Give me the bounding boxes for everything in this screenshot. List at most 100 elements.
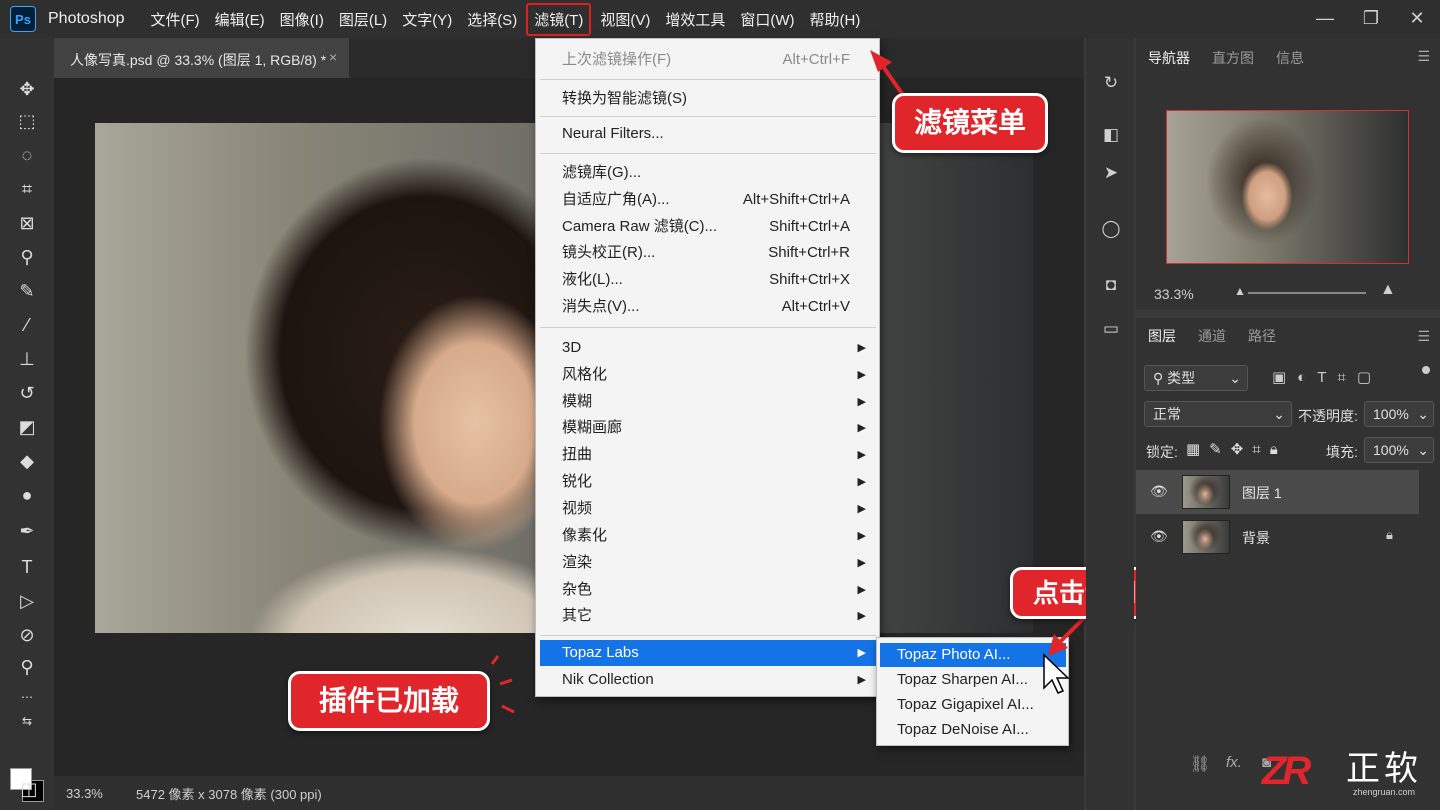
document-tab[interactable]: 人像写真.psd @ 33.3% (图层 1, RGB/8) * ×	[54, 38, 349, 78]
navigator-thumbnail[interactable]	[1166, 110, 1409, 264]
menu-select[interactable]: 选择(S)	[461, 5, 523, 34]
menu-item-nik-collection[interactable]: Nik Collection ▶	[540, 667, 876, 693]
menu-help[interactable]: 帮助(H)	[804, 5, 867, 34]
menu-item-smart-filter[interactable]: 转换为智能滤镜(S)	[540, 86, 876, 112]
submenu-label: 像素化	[562, 527, 608, 544]
lasso-tool-icon[interactable]: ◌	[14, 142, 40, 168]
menu-item-distort[interactable]: 扭曲 ▶	[540, 442, 876, 468]
opacity-field[interactable]: 100% ⌄	[1364, 401, 1434, 427]
zoom-tool-icon[interactable]: ⚲	[14, 654, 40, 680]
quick-mask-icon[interactable]: ◫	[16, 776, 42, 802]
tab-paths[interactable]: 路径	[1248, 326, 1276, 346]
zoom-in-icon[interactable]: ▲	[1380, 281, 1396, 299]
menu-item-camera-raw[interactable]: Camera Raw 滤镜(C)... Shift+Ctrl+A	[540, 214, 876, 240]
paragraph-icon[interactable]: ▭	[1100, 318, 1122, 340]
history-brush-icon[interactable]: ↺	[14, 380, 40, 406]
menu-item-lens-correction[interactable]: 镜头校正(R)... Shift+Ctrl+R	[540, 240, 876, 266]
menu-item-sharpen[interactable]: 锐化 ▶	[540, 469, 876, 495]
zoom-out-icon[interactable]: ▲	[1234, 284, 1246, 298]
properties-icon[interactable]: ◧	[1100, 124, 1122, 146]
brush-settings-icon[interactable]: ➤	[1100, 162, 1122, 184]
gradient-tool-icon[interactable]: ◆	[14, 448, 40, 474]
menu-item-pixelate[interactable]: 像素化 ▶	[540, 523, 876, 549]
eyedropper-tool-icon[interactable]: ⚲	[14, 244, 40, 270]
zoom-slider[interactable]	[1248, 292, 1366, 294]
menu-item-video[interactable]: 视频 ▶	[540, 496, 876, 522]
layer-row-background[interactable]: 👁︎ 背景 🔒︎	[1136, 515, 1419, 559]
eye-icon[interactable]: 👁︎	[1150, 483, 1168, 500]
menu-item-topaz-sharpen-ai[interactable]: Topaz Sharpen AI...	[880, 668, 1066, 692]
panel-menu-icon[interactable]: ☰	[1417, 328, 1430, 345]
lock-icons[interactable]: ▦✎✥⌗🔒︎	[1186, 440, 1287, 458]
menu-item-other[interactable]: 其它 ▶	[540, 603, 876, 629]
menu-item-3d[interactable]: 3D ▶	[540, 335, 876, 361]
menu-filter[interactable]: 滤镜(T)	[526, 2, 592, 36]
tab-histogram[interactable]: 直方图	[1212, 48, 1254, 68]
layer-effects-icon[interactable]: fx.	[1226, 754, 1242, 771]
healing-brush-icon[interactable]: ✎	[14, 278, 40, 304]
hand-tool-icon[interactable]: ⊘	[14, 622, 40, 648]
chevron-down-icon: ⌄	[1273, 406, 1285, 422]
clone-stamp-icon[interactable]: ⊥	[14, 346, 40, 372]
photoshop-logo-icon[interactable]: Ps	[10, 6, 36, 32]
layer-row-layer1[interactable]: 👁︎ 图层 1	[1136, 470, 1419, 514]
move-tool-icon[interactable]: ✥	[14, 76, 40, 102]
menu-window[interactable]: 窗口(W)	[734, 5, 800, 34]
menu-item-stylize[interactable]: 风格化 ▶	[540, 362, 876, 388]
tab-layers[interactable]: 图层	[1148, 326, 1176, 346]
menu-item-render[interactable]: 渲染 ▶	[540, 550, 876, 576]
filter-toggle-icon[interactable]	[1422, 366, 1430, 374]
menu-item-neural-filters[interactable]: Neural Filters...	[540, 121, 876, 147]
menu-item-topaz-photo-ai[interactable]: Topaz Photo AI...	[880, 643, 1066, 667]
crop-tool-icon[interactable]: ⌗	[14, 176, 40, 202]
tab-info[interactable]: 信息	[1276, 48, 1304, 68]
eraser-tool-icon[interactable]: ◩	[14, 414, 40, 440]
more-tools-icon[interactable]: ⋯	[14, 684, 40, 710]
history-icon[interactable]: ↻	[1100, 72, 1122, 94]
glyphs-icon[interactable]: ◯	[1100, 218, 1122, 240]
layer-filter-select[interactable]: ⚲ 类型 ⌄	[1144, 365, 1248, 391]
brush-tool-icon[interactable]: ⁄	[14, 312, 40, 338]
menu-item-last-filter[interactable]: 上次滤镜操作(F) Alt+Ctrl+F	[540, 47, 876, 73]
menu-layer[interactable]: 图层(L)	[333, 5, 393, 34]
menu-item-topaz-gigapixel-ai[interactable]: Topaz Gigapixel AI...	[880, 693, 1066, 717]
minimize-icon[interactable]: —	[1302, 0, 1348, 38]
menu-image[interactable]: 图像(I)	[274, 5, 330, 34]
frame-tool-icon[interactable]: ⊠	[14, 210, 40, 236]
menu-item-vanishing-point[interactable]: 消失点(V)... Alt+Ctrl+V	[540, 294, 876, 320]
menu-item-topaz-denoise-ai[interactable]: Topaz DeNoise AI...	[880, 718, 1066, 742]
submenu-label: 锐化	[562, 473, 593, 490]
restore-icon[interactable]: ❐	[1348, 0, 1394, 38]
pen-tool-icon[interactable]: ✒	[14, 518, 40, 544]
menu-file[interactable]: 文件(F)	[145, 5, 206, 34]
menu-item-adaptive-wide-angle[interactable]: 自适应广角(A)... Alt+Shift+Ctrl+A	[540, 187, 876, 213]
menu-item-topaz-labs[interactable]: Topaz Labs ▶	[540, 640, 876, 666]
tab-navigator[interactable]: 导航器	[1148, 48, 1190, 68]
path-selection-icon[interactable]: ▷	[14, 588, 40, 614]
blend-mode-select[interactable]: 正常 ⌄	[1144, 401, 1292, 427]
panel-menu-icon[interactable]: ☰	[1417, 48, 1430, 65]
menu-item-liquify[interactable]: 液化(L)... Shift+Ctrl+X	[540, 267, 876, 293]
blur-tool-icon[interactable]: ●	[14, 482, 40, 508]
menu-item-blur-gallery[interactable]: 模糊画廊 ▶	[540, 415, 876, 441]
character-icon[interactable]: ◘	[1100, 274, 1122, 296]
menu-type[interactable]: 文字(Y)	[396, 5, 458, 34]
layer-filter-icons[interactable]: ▣◐T⌗▢	[1272, 368, 1382, 386]
status-zoom[interactable]: 33.3%	[66, 786, 136, 801]
menu-view[interactable]: 视图(V)	[594, 5, 656, 34]
swap-colors-icon[interactable]: ⇆	[14, 708, 40, 734]
tab-channels[interactable]: 通道	[1198, 326, 1226, 346]
menu-item-filter-gallery[interactable]: 滤镜库(G)...	[540, 160, 876, 186]
close-document-icon[interactable]: ×	[329, 49, 337, 65]
navigator-zoom-value[interactable]: 33.3%	[1154, 286, 1194, 302]
close-icon[interactable]: ✕	[1394, 0, 1440, 38]
fill-field[interactable]: 100% ⌄	[1364, 437, 1434, 463]
link-layers-icon[interactable]: ⛓	[1190, 754, 1210, 774]
menu-item-noise[interactable]: 杂色 ▶	[540, 577, 876, 603]
menu-edit[interactable]: 编辑(E)	[209, 5, 271, 34]
menu-plugins[interactable]: 增效工具	[659, 5, 731, 34]
marquee-tool-icon[interactable]: ⬚	[14, 108, 40, 134]
type-tool-icon[interactable]: T	[14, 554, 40, 580]
eye-icon[interactable]: 👁︎	[1150, 528, 1168, 545]
menu-item-blur[interactable]: 模糊 ▶	[540, 389, 876, 415]
